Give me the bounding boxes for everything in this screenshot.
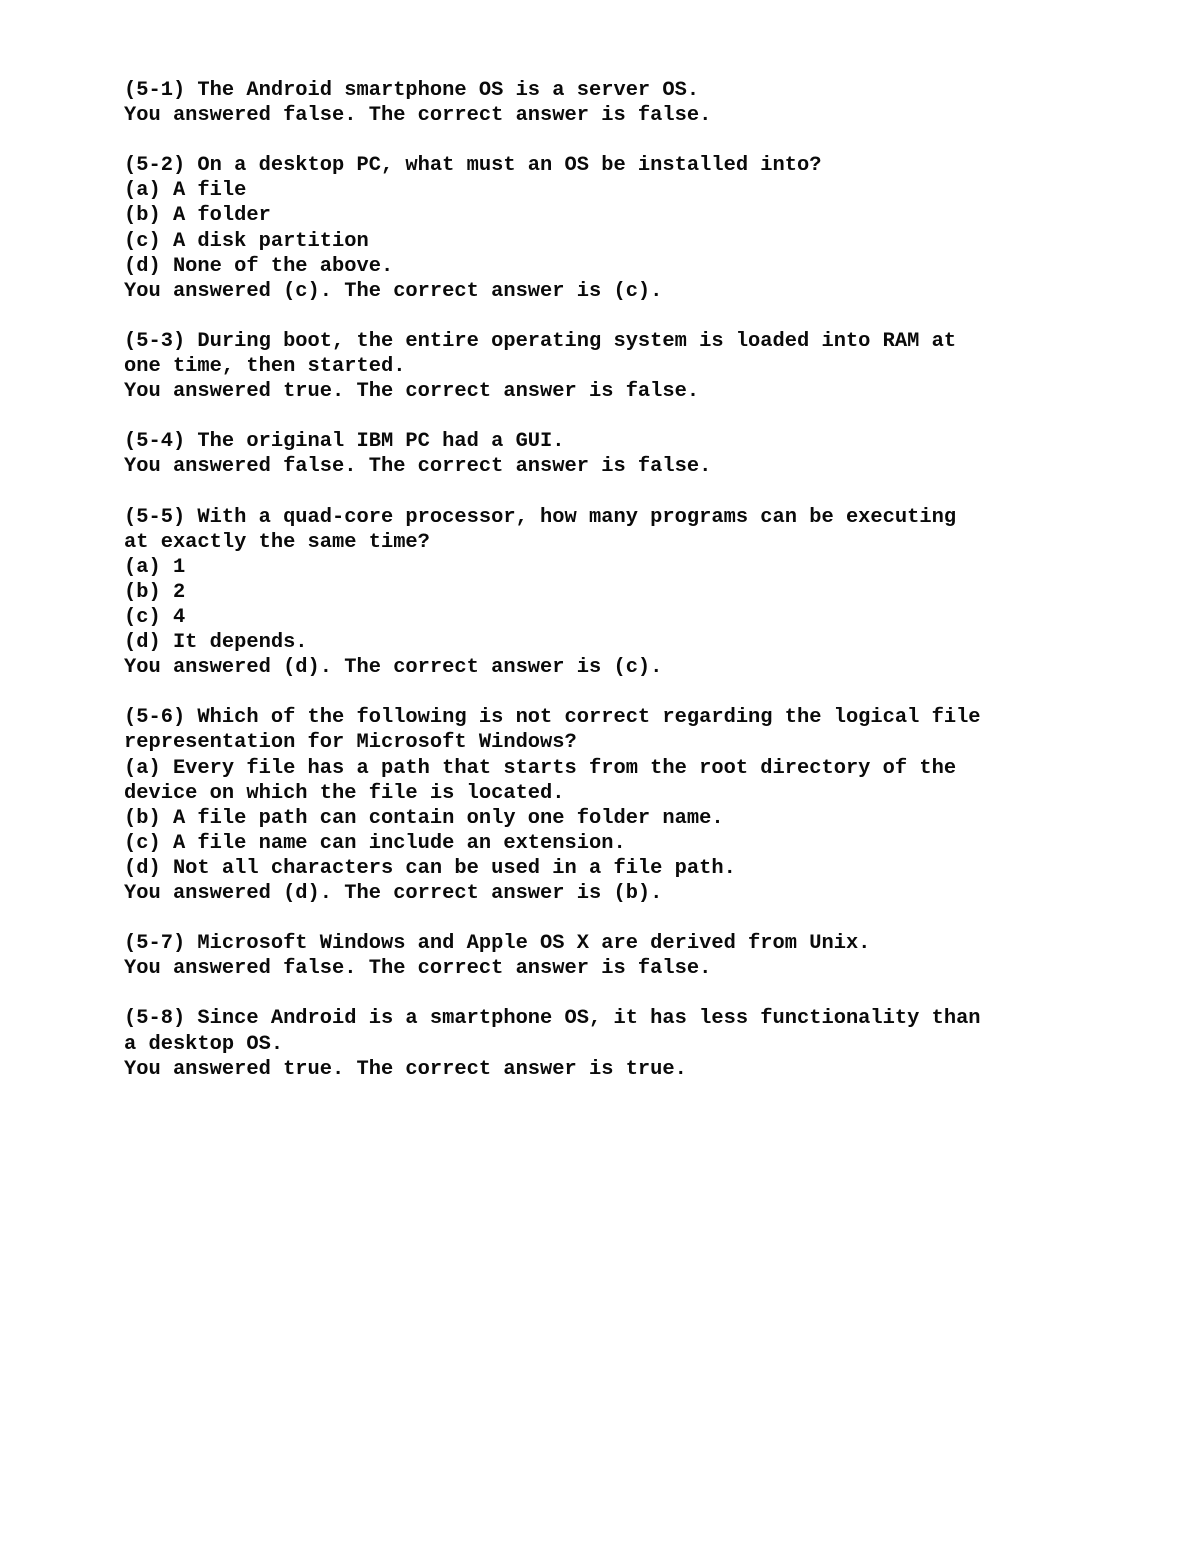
quiz-answer-review-body: (5-1) The Android smartphone OS is a ser… <box>124 78 1200 1082</box>
question-block: (5-2) On a desktop PC, what must an OS b… <box>124 153 1200 304</box>
answer-feedback-line: You answered false. The correct answer i… <box>124 455 712 479</box>
question-block: (5-8) Since Android is a smartphone OS, … <box>124 1006 1200 1081</box>
answer-option[interactable]: (d) It depends. <box>124 630 1200 655</box>
question-block: (5-6) Which of the following is not corr… <box>124 705 1200 906</box>
question-text-line: one time, then started. <box>124 355 406 379</box>
answer-feedback-line: You answered true. The correct answer is… <box>124 380 700 404</box>
question-text-line: (5-5) With a quad-core processor, how ma… <box>124 505 957 529</box>
answer-feedback-line: You answered true. The correct answer is… <box>124 1057 687 1081</box>
question-text-line: (5-7) Microsoft Windows and Apple OS X a… <box>124 932 871 956</box>
question-block: (5-5) With a quad-core processor, how ma… <box>124 505 1200 681</box>
question-block: (5-3) During boot, the entire operating … <box>124 329 1200 404</box>
answer-option[interactable]: (a) 1 <box>124 555 1200 580</box>
answer-option[interactable]: (b) 2 <box>124 580 1200 605</box>
answer-feedback-line: You answered false. The correct answer i… <box>124 104 712 128</box>
question-block: (5-4) The original IBM PC had a GUI. You … <box>124 429 1200 479</box>
question-text-line: a desktop OS. <box>124 1032 284 1056</box>
answer-option[interactable]: (c) 4 <box>124 605 1200 630</box>
question-text-line: (5-2) On a desktop PC, what must an OS b… <box>124 154 822 178</box>
answer-option[interactable]: (a) A file <box>124 178 1200 203</box>
question-text-line: (5-3) During boot, the entire operating … <box>124 329 957 353</box>
question-text-line: (5-8) Since Android is a smartphone OS, … <box>124 1007 981 1031</box>
question-text-line: (5-4) The original IBM PC had a GUI. <box>124 430 565 454</box>
answer-option[interactable]: (b) A folder <box>124 203 1200 228</box>
answer-option[interactable]: (d) None of the above. <box>124 254 1200 279</box>
question-text-line: at exactly the same time? <box>124 530 430 554</box>
answer-option[interactable]: (b) A file path can contain only one fol… <box>124 806 1200 831</box>
question-text-line: (5-1) The Android smartphone OS is a ser… <box>124 79 700 102</box>
question-block: (5-1) The Android smartphone OS is a ser… <box>124 78 1200 128</box>
answer-option[interactable]: (a) Every file has a path that starts fr… <box>124 756 1200 781</box>
answer-option[interactable]: (d) Not all characters can be used in a … <box>124 856 1200 881</box>
answer-feedback-line: You answered (d). The correct answer is … <box>124 882 663 905</box>
question-block: (5-7) Microsoft Windows and Apple OS X a… <box>124 931 1200 981</box>
answer-feedback-line: You answered false. The correct answer i… <box>124 957 712 981</box>
answer-option[interactable]: device on which the file is located. <box>124 781 1200 806</box>
answer-feedback-line: You answered (c). The correct answer is … <box>124 279 663 303</box>
answer-feedback-line: You answered (d). The correct answer is … <box>124 656 663 680</box>
question-text-line: representation for Microsoft Windows? <box>124 731 577 755</box>
document-page: (5-1) The Android smartphone OS is a ser… <box>0 0 1200 1553</box>
answer-option[interactable]: (c) A file name can include an extension… <box>124 831 1200 856</box>
question-text-line: (5-6) Which of the following is not corr… <box>124 706 981 730</box>
answer-option[interactable]: (c) A disk partition <box>124 229 1200 254</box>
